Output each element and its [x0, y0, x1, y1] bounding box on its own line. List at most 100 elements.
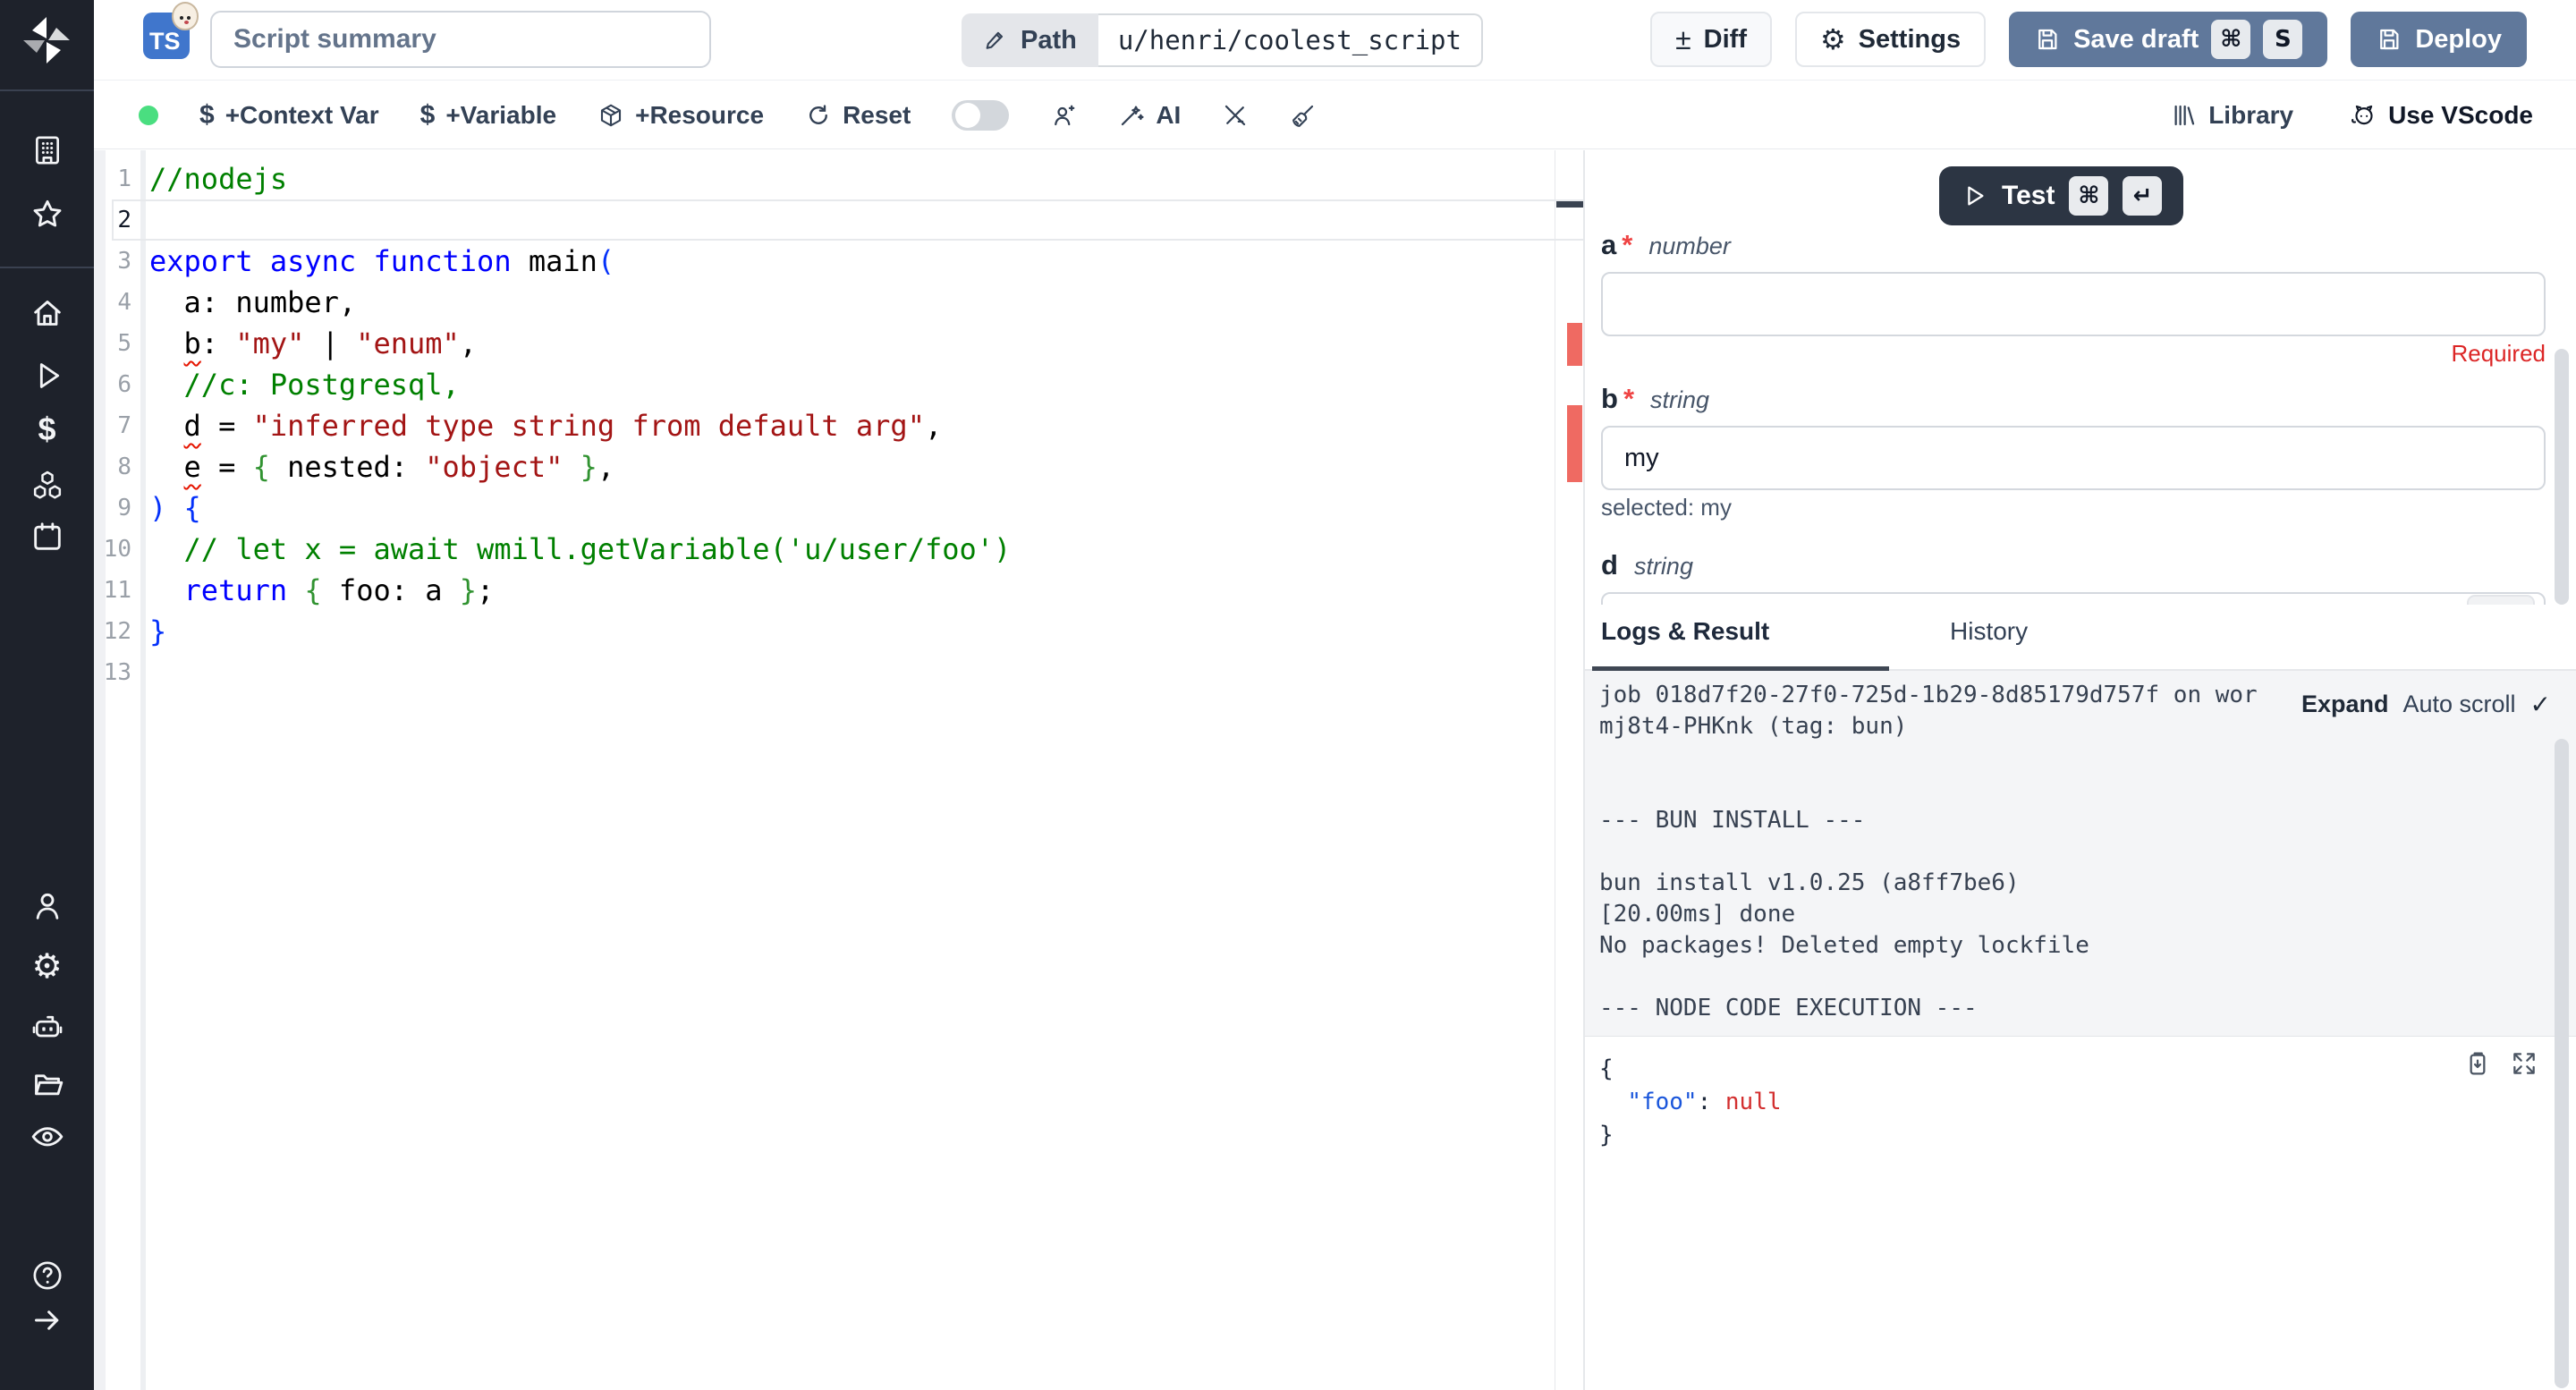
code-line-2[interactable]: 2 — [94, 199, 1555, 241]
favorites-star-icon — [30, 197, 65, 233]
code-line-3[interactable]: 3export async function main( — [94, 241, 1555, 282]
code-line-13[interactable]: 13 — [94, 652, 1555, 693]
sidebar-item-audit-logs-eye[interactable] — [0, 1111, 94, 1161]
sidebar-item-workspace-building[interactable] — [0, 125, 94, 175]
tab-logs-and-result[interactable]: Logs & Result — [1601, 617, 1769, 646]
sidebar-item-folders-folder[interactable] — [0, 1059, 94, 1109]
code-line-10[interactable]: 10 // let x = await wmill.getVariable('u… — [94, 529, 1555, 570]
ai-assistant-button[interactable]: AI — [1118, 101, 1181, 130]
checkmark-icon[interactable]: ✓ — [2530, 690, 2551, 719]
arg-input-wrap — [1601, 420, 2546, 490]
overview-ruler-error-marker — [1567, 323, 1582, 366]
arg-input-a[interactable] — [1601, 272, 2546, 336]
sidebar-item-variables-dollar[interactable]: $ — [0, 404, 94, 454]
test-label: Test — [2002, 181, 2055, 211]
code-line-4[interactable]: 4 a: number, — [94, 282, 1555, 323]
arg-input-d[interactable] — [1601, 592, 2546, 605]
library-label: Library — [2208, 101, 2293, 130]
arg-type: string — [1650, 386, 1709, 414]
code-editor[interactable]: 1//nodejs23export async function main(4 … — [94, 150, 1583, 1390]
assistant-off-button[interactable] — [1222, 102, 1249, 129]
sidebar-item-collapse-arrow[interactable] — [0, 1295, 94, 1345]
kbd-enter: ↵ — [2123, 176, 2162, 216]
play-icon — [1961, 182, 1987, 209]
ai-label: AI — [1156, 101, 1181, 130]
code-line-5[interactable]: 5 b: "my" | "enum", — [94, 323, 1555, 364]
arg-plus-button[interactable] — [2467, 595, 2535, 605]
sidebar-item-workers-robot[interactable] — [0, 1002, 94, 1052]
wand-off-icon — [1222, 102, 1249, 129]
autoscroll-toggle[interactable]: Auto scroll — [2402, 691, 2515, 718]
args-form-scrollbar[interactable] — [2555, 349, 2569, 605]
sidebar-item-schedules-calendar[interactable] — [0, 512, 94, 562]
users-icon — [1050, 102, 1077, 129]
diff-toggle[interactable] — [952, 100, 1009, 131]
logs-scrollbar[interactable] — [2555, 739, 2569, 1388]
sidebar-item-runs-play[interactable] — [0, 351, 94, 401]
multiplayer-button[interactable] — [1050, 102, 1077, 129]
test-run-button[interactable]: Test ⌘ ↵ — [1939, 166, 2183, 225]
arg-field-d: dstring — [1601, 549, 2546, 605]
line-number: 10 — [94, 529, 131, 570]
library-button[interactable]: Library — [2171, 101, 2293, 130]
copy-to-clipboard-icon[interactable] — [2463, 1049, 2492, 1078]
path-label: Path — [1021, 26, 1077, 55]
expand-result-icon[interactable] — [2510, 1049, 2538, 1078]
add-context-var-button[interactable]: $ +Context Var — [199, 100, 379, 131]
panel-divider[interactable] — [1583, 150, 1585, 1390]
sidebar-item-users-person[interactable] — [0, 881, 94, 931]
required-asterisk: * — [1623, 383, 1634, 415]
code-text: b: "my" | "enum", — [149, 323, 477, 364]
arg-input-b[interactable] — [1601, 426, 2546, 490]
code-line-7[interactable]: 7 d = "inferred type string from default… — [94, 405, 1555, 446]
sidebar-item-settings-gear[interactable]: ⚙ — [0, 941, 94, 991]
code-line-8[interactable]: 8 e = { nested: "object" }, — [94, 446, 1555, 487]
line-number: 12 — [94, 611, 131, 652]
code-text: a: number, — [149, 282, 356, 323]
code-text: export async function main( — [149, 241, 614, 282]
arg-hint-text: selected: my — [1601, 494, 2546, 522]
edit-path-button[interactable]: Path — [962, 13, 1098, 67]
script-path-value[interactable]: u/henri/coolest_script — [1098, 13, 1483, 67]
code-clean-button[interactable] — [1290, 102, 1317, 129]
typescript-language-badge[interactable]: TS — [143, 13, 190, 59]
code-line-12[interactable]: 12} — [94, 611, 1555, 652]
add-variable-button[interactable]: $ +Variable — [420, 100, 556, 131]
add-resource-button[interactable]: +Resource — [597, 101, 764, 130]
arg-input-wrap — [1601, 267, 2546, 336]
arg-field-b: b*stringselected: my — [1601, 383, 2546, 522]
reset-button[interactable]: Reset — [805, 101, 911, 130]
logs-tabs: Logs & Result History — [1585, 605, 2576, 671]
required-asterisk: * — [1622, 229, 1632, 261]
expand-logs-button[interactable]: Expand — [2301, 691, 2389, 718]
deploy-button[interactable]: Deploy — [2351, 12, 2527, 67]
code-line-11[interactable]: 11 return { foo: a }; — [94, 570, 1555, 611]
code-line-1[interactable]: 1//nodejs — [94, 158, 1555, 199]
sidebar-item-favorites-star[interactable] — [0, 190, 94, 240]
magic-wand-icon — [1118, 102, 1145, 129]
code-line-6[interactable]: 6 //c: Postgresql, — [94, 364, 1555, 405]
diff-button[interactable]: ± Diff — [1650, 12, 1772, 67]
sidebar-item-resources-cubes[interactable] — [0, 461, 94, 511]
workers-robot-icon — [30, 1009, 65, 1045]
sidebar-item-home[interactable] — [0, 288, 94, 338]
kbd-cmd: ⌘ — [2069, 176, 2108, 216]
status-dot — [139, 106, 158, 125]
code-text: //c: Postgresql, — [149, 364, 460, 405]
toolbar-right: Library Use VScode — [2171, 101, 2576, 130]
home-icon — [30, 295, 65, 331]
script-summary-input[interactable] — [210, 11, 711, 68]
use-vscode-button[interactable]: Use VScode — [2351, 101, 2533, 130]
windmill-logo[interactable] — [20, 13, 73, 67]
code-line-9[interactable]: 9) { — [94, 487, 1555, 529]
sidebar-item-help-question[interactable] — [0, 1250, 94, 1301]
arg-label: a*number — [1601, 229, 2546, 267]
collapse-arrow-icon — [30, 1302, 65, 1338]
arg-name: d — [1601, 549, 1618, 581]
arg-label: dstring — [1601, 549, 2546, 587]
save-draft-button[interactable]: Save draft ⌘ S — [2009, 12, 2327, 67]
rail-divider — [0, 267, 94, 268]
floppy-save-icon — [2034, 26, 2061, 53]
tab-history[interactable]: History — [1950, 617, 2028, 646]
settings-button[interactable]: ⚙ Settings — [1795, 12, 1986, 67]
